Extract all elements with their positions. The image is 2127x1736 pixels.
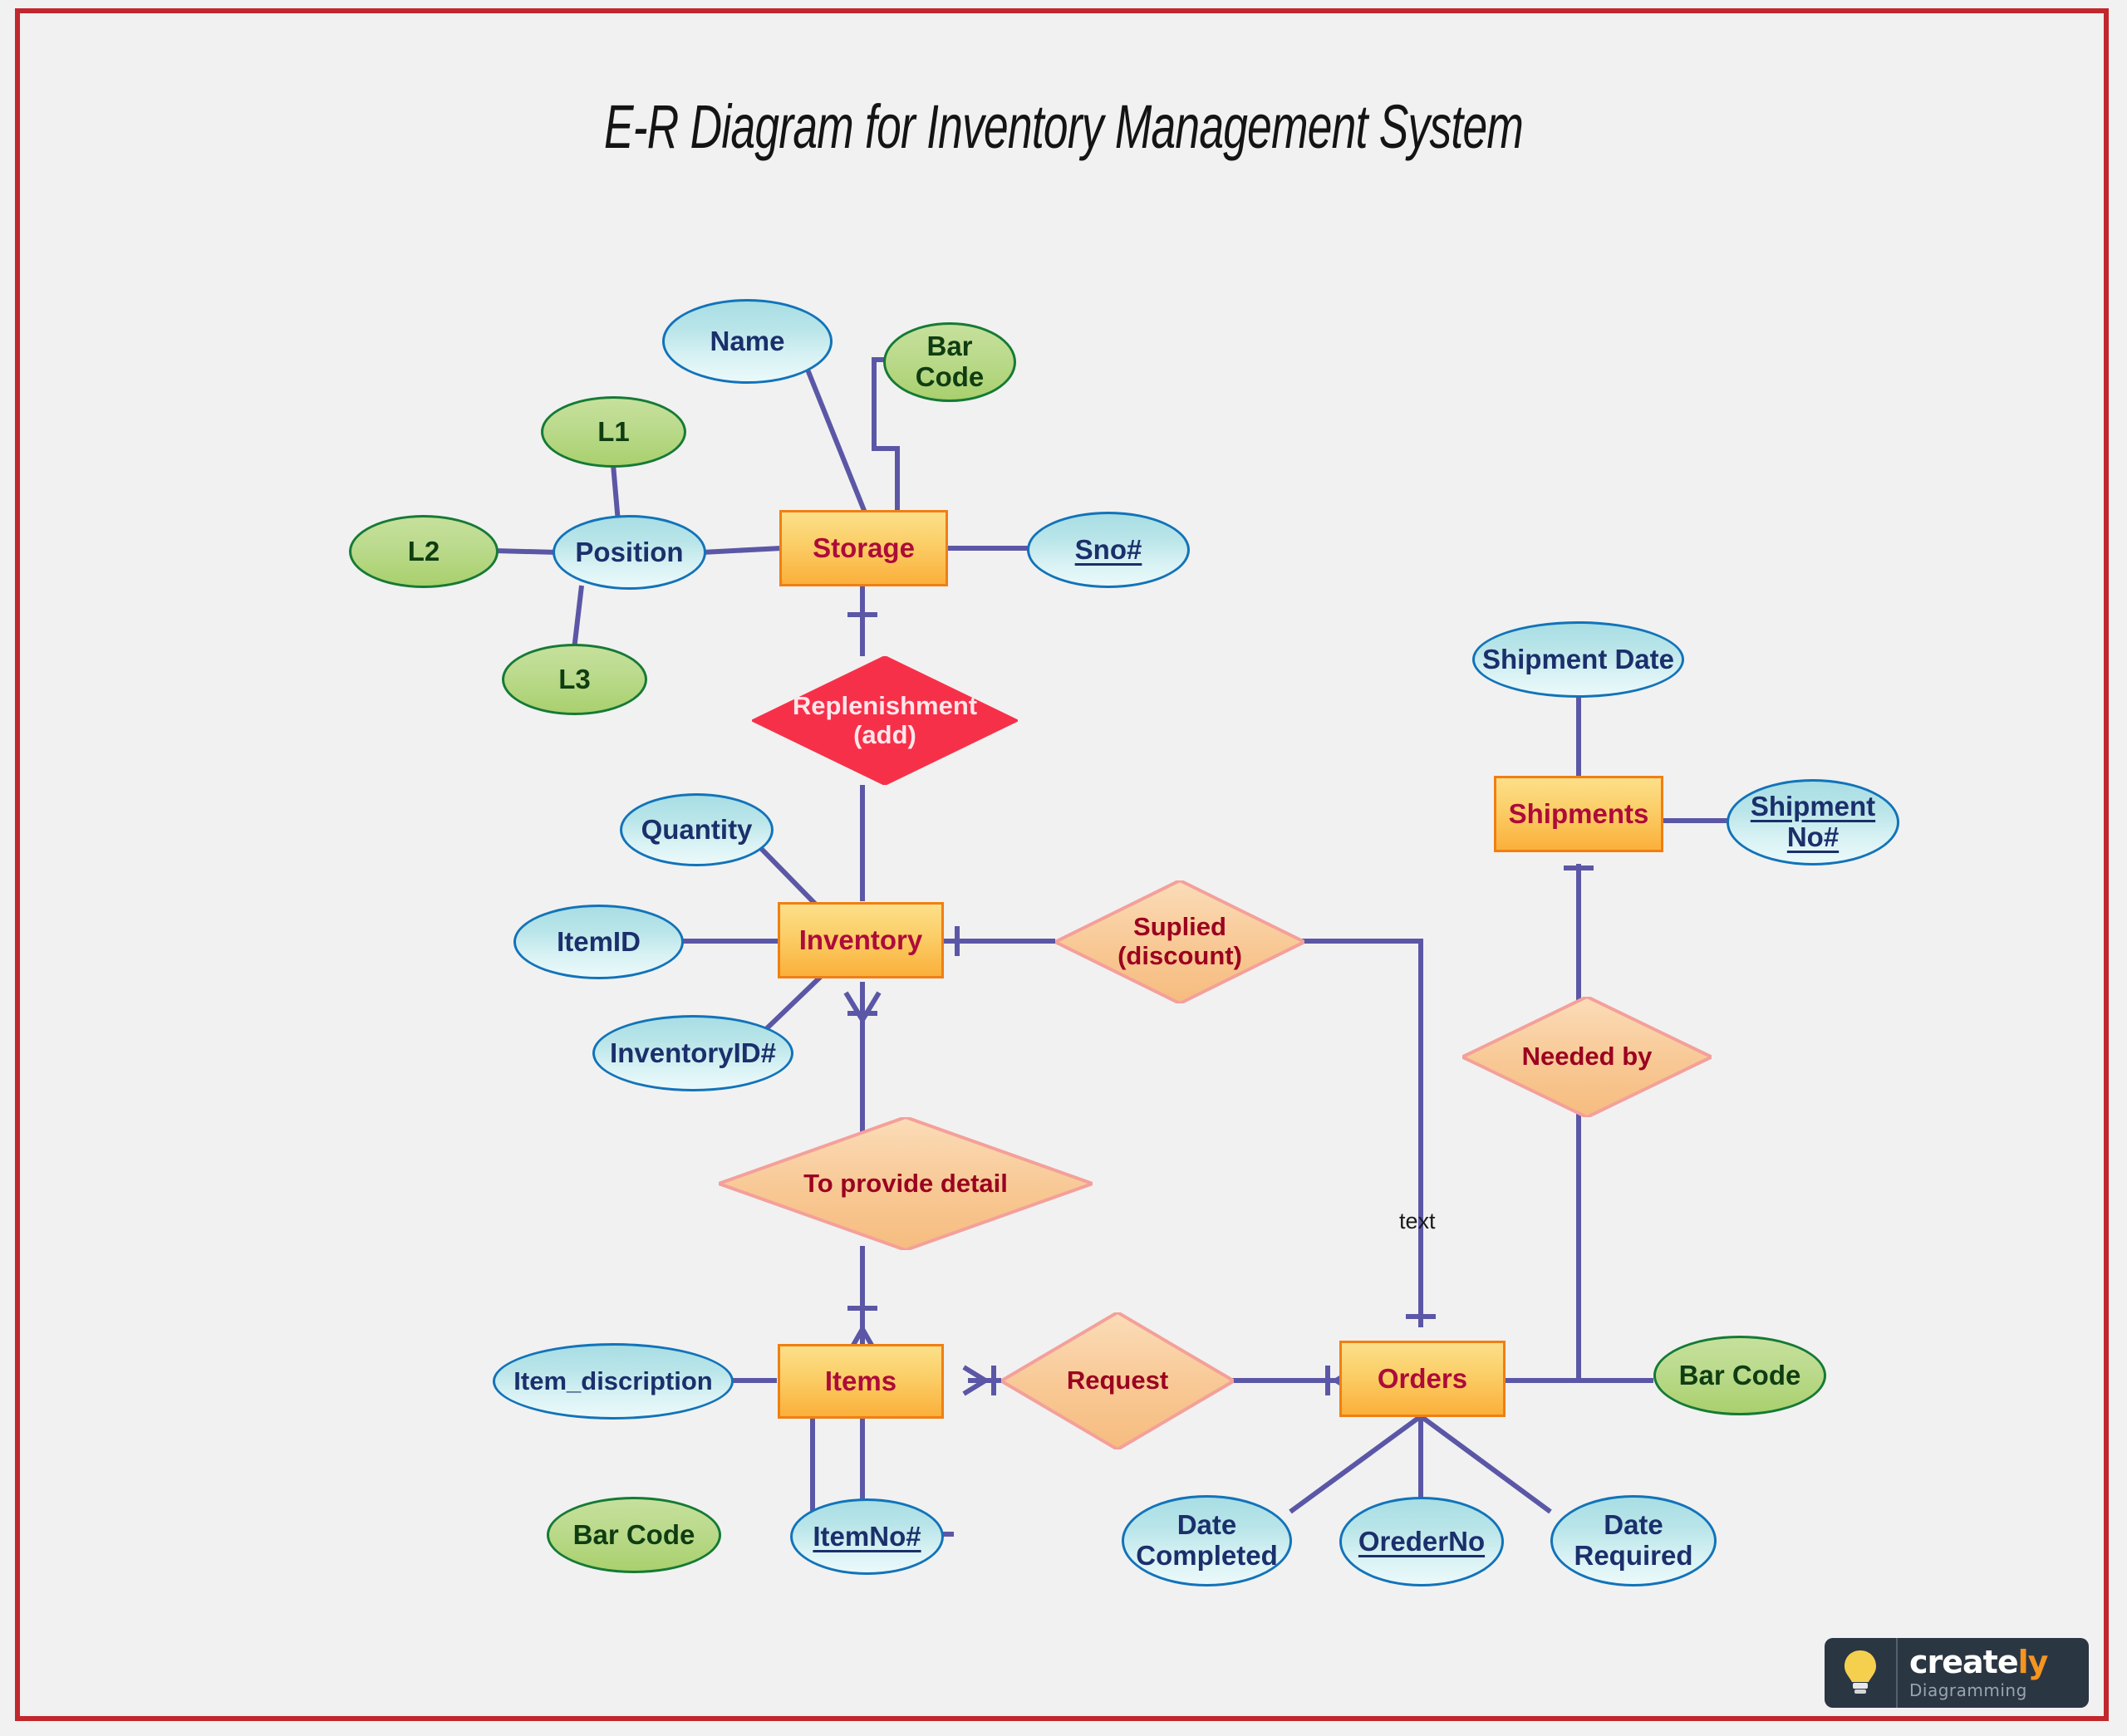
attribute-sno[interactable]: Sno#: [1027, 512, 1190, 588]
entity-shipments[interactable]: Shipments: [1494, 776, 1663, 852]
attribute-label: ItemNo#: [813, 1520, 921, 1552]
connector-layer: [494, 357, 1728, 1537]
attribute-label: Sno#: [1074, 533, 1142, 565]
relationship-to-provide-detail[interactable]: To provide detail: [719, 1117, 1093, 1250]
relationship-needed-by[interactable]: Needed by: [1462, 997, 1712, 1117]
entity-items[interactable]: Items: [778, 1344, 944, 1419]
attribute-label: L3: [558, 663, 591, 694]
creately-watermark: creately Diagramming: [1825, 1638, 2089, 1708]
attribute-label: OrederNo: [1358, 1525, 1486, 1557]
attribute-label: InventoryID#: [610, 1037, 776, 1068]
attribute-label: Shipment No#: [1750, 791, 1876, 852]
lightbulb-icon: [1825, 1638, 1898, 1708]
attribute-label: Bar Code: [1678, 1359, 1801, 1390]
attribute-label: Bar Code: [915, 331, 985, 392]
attribute-oreder-no[interactable]: OrederNo: [1339, 1497, 1504, 1586]
attribute-item-discription[interactable]: Item_discription: [493, 1343, 734, 1420]
attribute-item-id[interactable]: ItemID: [513, 905, 684, 979]
relationship-request[interactable]: Request: [1001, 1312, 1234, 1449]
attribute-quantity[interactable]: Quantity: [620, 793, 774, 866]
attribute-label: Date Required: [1574, 1509, 1693, 1571]
brand-tagline: Diagramming: [1909, 1680, 2027, 1700]
attribute-label: Item_discription: [513, 1366, 713, 1395]
attribute-l3[interactable]: L3: [502, 644, 647, 715]
brand-ly: ly: [2017, 1643, 2049, 1680]
diamond-shape-replenishment: [752, 656, 1018, 785]
attribute-l2[interactable]: L2: [349, 515, 499, 588]
entity-label: Inventory: [798, 924, 923, 955]
entity-label: Orders: [1377, 1362, 1468, 1394]
attribute-item-no[interactable]: ItemNo#: [790, 1498, 944, 1575]
attribute-label: L2: [407, 535, 440, 566]
attribute-bar-code-items[interactable]: Bar Code: [547, 1497, 721, 1573]
attribute-bar-code-storage[interactable]: Bar Code: [883, 322, 1016, 402]
attribute-label: Date Completed: [1136, 1509, 1278, 1571]
attribute-position[interactable]: Position: [553, 515, 706, 590]
diamond-shape-needed-by: [1462, 997, 1712, 1117]
entity-label: Items: [824, 1365, 897, 1396]
attribute-name[interactable]: Name: [662, 299, 833, 384]
attribute-label: L1: [597, 415, 630, 447]
attribute-label: Shipment Date: [1481, 643, 1675, 674]
attribute-inventory-id[interactable]: InventoryID#: [592, 1015, 793, 1091]
diamond-shape-suplied: [1055, 880, 1304, 1003]
entity-label: Storage: [813, 532, 915, 563]
attribute-bar-code-orders[interactable]: Bar Code: [1653, 1336, 1826, 1415]
attribute-shipment-no[interactable]: Shipment No#: [1727, 779, 1899, 866]
entity-storage[interactable]: Storage: [779, 510, 948, 586]
attribute-label: Name: [710, 325, 785, 356]
attribute-label: Quantity: [641, 813, 753, 845]
relationship-suplied[interactable]: Suplied (discount): [1055, 880, 1304, 1003]
diamond-shape-request: [1001, 1312, 1234, 1449]
edge-label-text: text: [1399, 1209, 1436, 1233]
attribute-date-completed[interactable]: Date Completed: [1122, 1495, 1292, 1586]
entity-orders[interactable]: Orders: [1339, 1341, 1506, 1417]
diamond-shape-to-provide-detail: [719, 1117, 1093, 1250]
brand-create: create: [1909, 1643, 2019, 1680]
attribute-label: ItemID: [557, 925, 641, 957]
entity-label: Shipments: [1508, 797, 1649, 829]
attribute-shipment-date[interactable]: Shipment Date: [1472, 621, 1684, 698]
attribute-label: Position: [575, 536, 684, 567]
page-title: E-R Diagram for Inventory Management Sys…: [603, 92, 1524, 161]
creately-wordmark: creately Diagramming: [1898, 1646, 2089, 1700]
entity-inventory[interactable]: Inventory: [778, 902, 944, 978]
attribute-date-required[interactable]: Date Required: [1550, 1495, 1717, 1586]
relationship-replenishment[interactable]: Replenishment (add): [752, 656, 1018, 785]
er-diagram-page: E-R Diagram for Inventory Management Sys…: [0, 0, 2127, 1736]
attribute-l1[interactable]: L1: [541, 396, 686, 468]
attribute-label: Bar Code: [572, 1518, 695, 1550]
